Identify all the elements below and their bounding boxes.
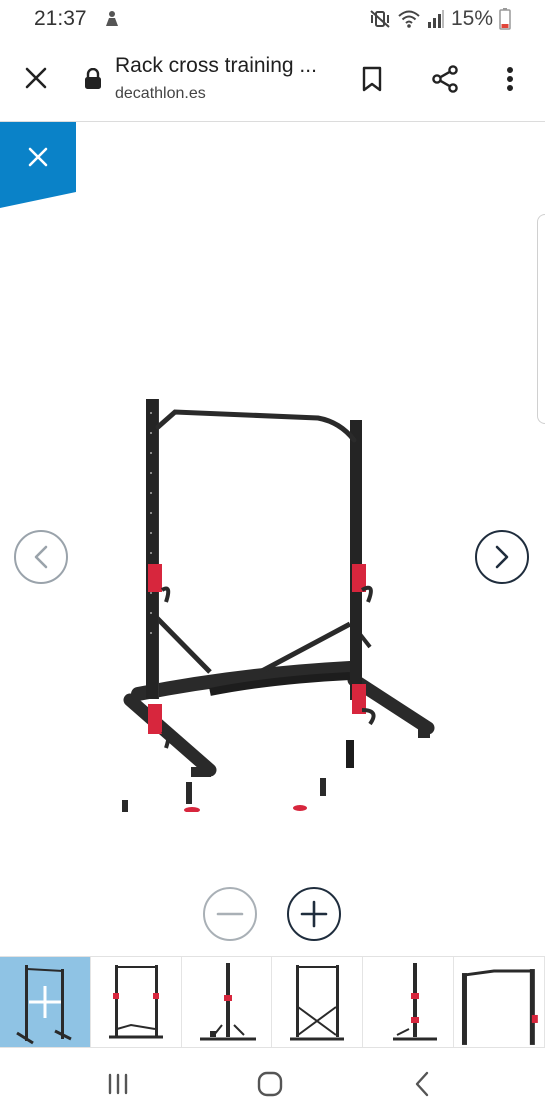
share-icon	[432, 65, 458, 93]
product-image-rack[interactable]	[100, 272, 440, 812]
page-title[interactable]: Rack cross training ...	[115, 54, 317, 78]
back-button[interactable]	[400, 1066, 444, 1102]
battery-percent: 15%	[450, 7, 493, 30]
next-image-button[interactable]	[475, 530, 529, 584]
zoom-out-button[interactable]	[203, 887, 257, 941]
status-icons: 15%	[369, 7, 511, 31]
close-viewer-button[interactable]	[0, 122, 76, 208]
recent-apps-icon	[108, 1073, 128, 1095]
bookmark-icon	[362, 66, 382, 92]
thumbnail-6[interactable]	[454, 957, 545, 1047]
battery-icon	[499, 8, 511, 30]
chevron-right-icon	[495, 545, 509, 569]
thumbnail-5[interactable]	[363, 957, 455, 1047]
browser-toolbar: Rack cross training ... decathlon.es	[0, 38, 545, 122]
back-icon	[415, 1071, 429, 1097]
thumbnail-4[interactable]	[272, 957, 364, 1047]
system-nav-bar	[0, 1048, 545, 1120]
home-button[interactable]	[248, 1066, 292, 1102]
close-tab-button[interactable]	[16, 58, 56, 98]
scroll-handle[interactable]	[537, 214, 545, 424]
chevron-left-icon	[34, 545, 48, 569]
close-icon	[25, 67, 47, 89]
zoom-plus-icon	[29, 986, 61, 1018]
thumbnail-1[interactable]	[0, 957, 91, 1047]
share-button[interactable]	[424, 58, 466, 100]
status-bar: 21:37 15%	[0, 0, 545, 38]
page-domain[interactable]: decathlon.es	[115, 85, 206, 103]
app-notification-icon	[102, 8, 122, 28]
thumbnail-strip	[0, 956, 545, 1048]
thumbnail-3[interactable]	[182, 957, 273, 1047]
bookmark-button[interactable]	[352, 58, 392, 100]
home-icon	[257, 1071, 283, 1097]
zoom-in-button[interactable]	[287, 887, 341, 941]
signal-icon	[427, 9, 445, 29]
previous-image-button[interactable]	[14, 530, 68, 584]
mute-vibrate-icon	[369, 9, 391, 29]
status-time: 21:37	[34, 7, 87, 30]
zoom-in-icon	[300, 900, 328, 928]
wifi-icon	[397, 9, 421, 29]
lock-icon	[84, 67, 102, 90]
more-options-button[interactable]	[492, 58, 528, 100]
more-vert-icon	[507, 67, 513, 91]
thumbnail-2[interactable]	[91, 957, 182, 1047]
zoom-out-icon	[216, 912, 244, 916]
recent-apps-button[interactable]	[96, 1066, 140, 1102]
image-viewer	[0, 122, 545, 956]
